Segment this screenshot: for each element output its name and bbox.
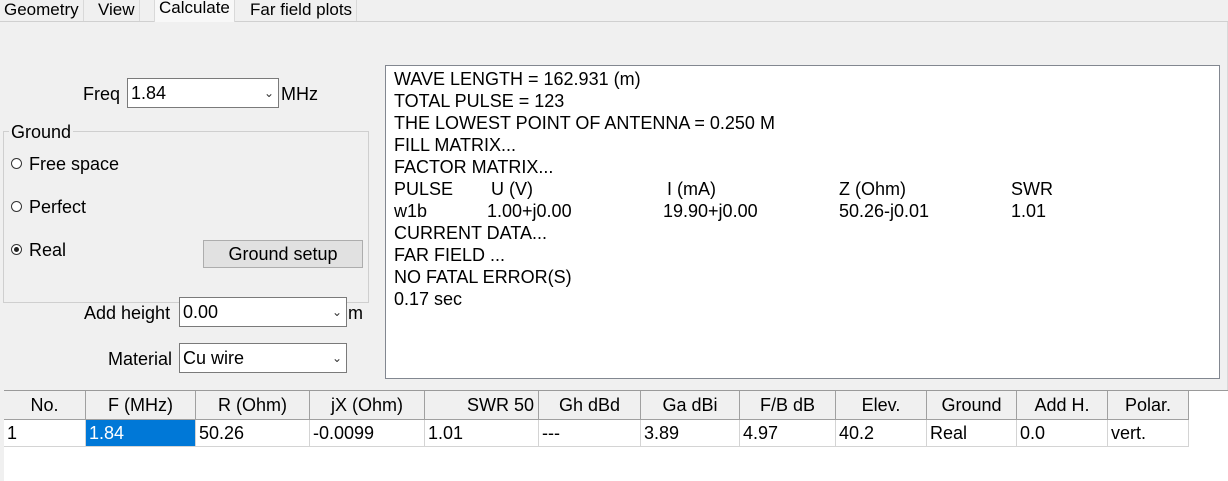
pulse-row-z: 50.26-j0.01 bbox=[839, 201, 930, 221]
results-table[interactable]: No. F (MHz) R (Ohm) jX (Ohm) SWR 50 Gh d… bbox=[4, 390, 1228, 481]
output-line: THE LOWEST POINT OF ANTENNA = 0.250 M bbox=[394, 113, 775, 133]
ground-title: Ground bbox=[9, 122, 74, 142]
radio-real[interactable] bbox=[11, 244, 22, 255]
column-header-elev[interactable]: Elev. bbox=[836, 391, 927, 420]
column-header-r-ohm[interactable]: R (Ohm) bbox=[196, 391, 310, 420]
tab-bar: Geometry View Calculate Far field plots bbox=[0, 0, 1228, 22]
radio-free-space[interactable] bbox=[11, 158, 22, 169]
output-line: FAR FIELD ... bbox=[394, 245, 506, 265]
table-cell-jx-ohm[interactable]: -0.0099 bbox=[310, 420, 425, 447]
tab-calculate[interactable]: Calculate bbox=[154, 0, 235, 22]
pulse-row-swr: 1.01 bbox=[1011, 201, 1047, 221]
pulse-header-pulse: PULSE bbox=[394, 179, 454, 199]
chevron-down-icon[interactable]: ⌄ bbox=[332, 298, 342, 326]
pulse-row-i: 19.90+j0.00 bbox=[663, 201, 758, 221]
pulse-header-i: I (mA) bbox=[667, 179, 716, 199]
column-header-gh-dbd[interactable]: Gh dBd bbox=[539, 391, 641, 420]
tab-far-field-plots[interactable]: Far field plots bbox=[246, 0, 358, 21]
add-height-combobox[interactable]: 0.00 ⌄ bbox=[179, 297, 347, 327]
radio-checked-icon bbox=[11, 244, 22, 255]
tab-geometry[interactable]: Geometry bbox=[0, 0, 84, 21]
table-cell-ground[interactable]: Real bbox=[927, 420, 1017, 447]
calculation-output[interactable]: WAVE LENGTH = 162.931 (m) TOTAL PULSE = … bbox=[385, 65, 1220, 379]
column-header-jx-ohm[interactable]: jX (Ohm) bbox=[310, 391, 425, 420]
table-cell-no[interactable]: 1 bbox=[4, 420, 86, 447]
table-cell-r-ohm[interactable]: 50.26 bbox=[196, 420, 310, 447]
material-label: Material bbox=[108, 349, 173, 369]
pulse-row-name: w1b bbox=[394, 201, 428, 221]
column-header-add-h[interactable]: Add H. bbox=[1017, 391, 1108, 420]
pulse-header-u: U (V) bbox=[491, 179, 533, 199]
freq-combobox[interactable]: 1.84 ⌄ bbox=[127, 78, 279, 108]
table-cell-f-mhz[interactable]: 1.84 bbox=[86, 420, 196, 447]
real-label: Real bbox=[29, 240, 67, 260]
table-cell-fb-db[interactable]: 4.97 bbox=[740, 420, 836, 447]
ground-setup-button[interactable]: Ground setup bbox=[203, 240, 363, 268]
perfect-label: Perfect bbox=[29, 197, 87, 217]
table-cell-gh-dbd[interactable]: --- bbox=[539, 420, 641, 447]
radio-circle-icon bbox=[11, 201, 22, 212]
free-space-label[interactable]: Free space bbox=[29, 154, 119, 175]
chevron-down-icon[interactable]: ⌄ bbox=[264, 79, 274, 107]
column-header-no[interactable]: No. bbox=[4, 391, 86, 420]
table-cell-elev[interactable]: 40.2 bbox=[836, 420, 927, 447]
table-cell-swr-50[interactable]: 1.01 bbox=[425, 420, 539, 447]
table-cell-add-h[interactable]: 0.0 bbox=[1017, 420, 1108, 447]
output-line: CURRENT DATA... bbox=[394, 223, 548, 243]
pulse-row-u: 1.00+j0.00 bbox=[487, 201, 572, 221]
output-line: NO FATAL ERROR(S) bbox=[394, 267, 572, 287]
freq-label: Freq bbox=[83, 84, 121, 104]
pulse-header-z: Z (Ohm) bbox=[839, 179, 906, 199]
table-cell-polar[interactable]: vert. bbox=[1108, 420, 1189, 447]
freq-value: 1.84 bbox=[131, 83, 167, 103]
pulse-header-swr: SWR bbox=[1011, 179, 1053, 199]
column-header-swr-50[interactable]: SWR 50 bbox=[425, 391, 539, 420]
tab-view[interactable]: View bbox=[94, 0, 140, 21]
material-value: Cu wire bbox=[183, 348, 245, 368]
output-line: TOTAL PULSE = 123 bbox=[394, 91, 565, 111]
column-header-ga-dbi[interactable]: Ga dBi bbox=[641, 391, 740, 420]
column-header-ground[interactable]: Ground bbox=[927, 391, 1017, 420]
output-line: FACTOR MATRIX... bbox=[394, 157, 554, 177]
add-height-label: Add height bbox=[84, 303, 171, 323]
freq-unit: MHz bbox=[281, 84, 318, 104]
output-line: WAVE LENGTH = 162.931 (m) bbox=[394, 69, 641, 89]
add-height-unit: m bbox=[348, 303, 363, 323]
column-header-fb-db[interactable]: F/B dB bbox=[740, 391, 836, 420]
table-cell-ga-dbi[interactable]: 3.89 bbox=[641, 420, 740, 447]
column-header-f-mhz[interactable]: F (MHz) bbox=[86, 391, 196, 420]
calculate-panel: Freq 1.84 ⌄ MHz Ground Free space Perfec… bbox=[0, 22, 1228, 390]
radio-perfect[interactable] bbox=[11, 201, 22, 212]
output-line: FILL MATRIX... bbox=[394, 135, 517, 155]
add-height-value: 0.00 bbox=[183, 302, 219, 322]
chevron-down-icon[interactable]: ⌄ bbox=[332, 344, 342, 372]
output-line: 0.17 sec bbox=[394, 289, 463, 309]
column-header-polar[interactable]: Polar. bbox=[1108, 391, 1189, 420]
material-combobox[interactable]: Cu wire ⌄ bbox=[179, 343, 347, 373]
radio-circle-icon bbox=[11, 158, 22, 169]
